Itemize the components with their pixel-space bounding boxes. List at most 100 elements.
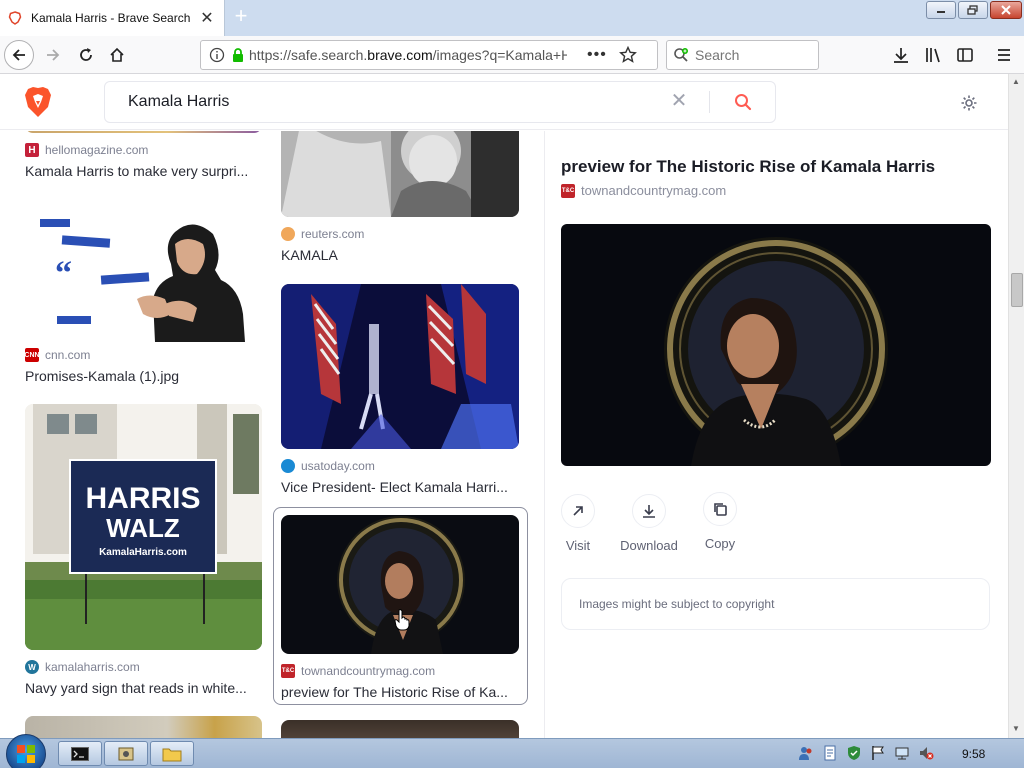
result-thumbnail[interactable] bbox=[281, 131, 519, 217]
download-icon bbox=[643, 505, 655, 518]
result-source[interactable]: W kamalaharris.com bbox=[25, 660, 140, 674]
browser-navbar: https://safe.search.brave.com/images?q=K… bbox=[0, 36, 1024, 74]
minimize-icon bbox=[937, 11, 945, 13]
scroll-up-icon[interactable]: ▲ bbox=[1012, 77, 1020, 86]
volume-muted-icon[interactable] bbox=[918, 745, 934, 761]
library-button[interactable] bbox=[918, 40, 948, 70]
result-source[interactable]: T&C townandcountrymag.com bbox=[281, 664, 435, 678]
network-tray-icon[interactable] bbox=[894, 745, 910, 761]
result-source-text: reuters.com bbox=[301, 227, 365, 241]
tab-title: Kamala Harris - Brave Search bbox=[31, 11, 191, 25]
home-button[interactable] bbox=[102, 40, 132, 70]
visit-label: Visit bbox=[565, 538, 591, 553]
result-caption[interactable]: preview for The Historic Rise of Ka... bbox=[281, 684, 521, 700]
result-source-text: usatoday.com bbox=[301, 459, 375, 473]
brave-logo-icon[interactable] bbox=[24, 86, 52, 118]
app-gear-icon bbox=[118, 747, 134, 760]
minimize-button[interactable] bbox=[926, 1, 956, 19]
back-arrow-icon bbox=[12, 49, 25, 61]
image-results-grid: H hellomagazine.com Kamala Harris to mak… bbox=[0, 131, 544, 738]
secure-lock-icon[interactable] bbox=[231, 47, 245, 63]
clear-search-icon[interactable]: ✕ bbox=[667, 90, 691, 114]
preview-source[interactable]: T&C townandcountrymag.com bbox=[561, 183, 726, 198]
copy-label: Copy bbox=[704, 536, 736, 551]
forward-arrow-icon bbox=[47, 49, 60, 61]
brave-search-header: ✕ bbox=[0, 74, 1008, 130]
hellomagazine-favicon-icon: H bbox=[25, 143, 39, 157]
search-input[interactable] bbox=[128, 93, 658, 111]
new-tab-icon[interactable]: + bbox=[228, 4, 254, 30]
search-engine-icon bbox=[674, 48, 688, 62]
taskbar-explorer[interactable] bbox=[150, 741, 194, 766]
start-button[interactable] bbox=[6, 734, 46, 768]
back-button[interactable] bbox=[4, 40, 34, 70]
copy-button[interactable]: Copy bbox=[690, 492, 750, 551]
url-text[interactable]: https://safe.search.brave.com/images?q=K… bbox=[249, 47, 567, 63]
scroll-down-icon[interactable]: ▼ bbox=[1012, 724, 1020, 733]
windows-taskbar: 9:58 bbox=[0, 734, 1024, 768]
wordpress-favicon-icon: W bbox=[25, 660, 39, 674]
document-tray-icon[interactable] bbox=[822, 745, 838, 761]
page-actions-icon[interactable]: ••• bbox=[587, 46, 607, 64]
visit-button[interactable]: Visit bbox=[548, 494, 608, 553]
reload-button[interactable] bbox=[71, 40, 101, 70]
home-icon bbox=[110, 47, 124, 62]
svg-text:“: “ bbox=[55, 255, 72, 292]
tab-close-icon[interactable]: ✕ bbox=[196, 8, 218, 28]
result-source[interactable]: usatoday.com bbox=[281, 459, 375, 473]
scroll-thumb[interactable] bbox=[1011, 273, 1023, 307]
result-source[interactable]: H hellomagazine.com bbox=[25, 143, 148, 157]
browser-search-input[interactable] bbox=[695, 47, 805, 63]
result-thumbnail[interactable] bbox=[281, 284, 519, 449]
settings-button[interactable] bbox=[958, 92, 980, 114]
result-thumbnail[interactable] bbox=[25, 716, 262, 738]
restore-button[interactable] bbox=[958, 1, 988, 19]
result-thumbnail[interactable] bbox=[281, 720, 519, 738]
result-caption[interactable]: Vice President- Elect Kamala Harri... bbox=[281, 479, 521, 495]
window-controls bbox=[926, 1, 1022, 19]
bookmark-star-icon[interactable] bbox=[618, 46, 637, 64]
download-button[interactable]: Download bbox=[619, 494, 679, 553]
library-icon bbox=[926, 48, 940, 63]
result-source-text: cnn.com bbox=[45, 348, 91, 362]
page-scrollbar[interactable]: ▲ ▼ bbox=[1008, 74, 1024, 738]
baby-photo-image bbox=[281, 131, 519, 217]
search-submit-button[interactable] bbox=[731, 90, 755, 114]
result-caption[interactable]: Navy yard sign that reads in white... bbox=[25, 680, 265, 696]
sidebar-button[interactable] bbox=[950, 40, 980, 70]
restore-icon bbox=[967, 5, 978, 15]
usatoday-favicon-icon bbox=[281, 459, 295, 473]
result-caption[interactable]: Promises-Kamala (1).jpg bbox=[25, 368, 265, 384]
url-bar[interactable]: https://safe.search.brave.com/images?q=K… bbox=[200, 40, 658, 70]
download-icon-circle bbox=[632, 494, 666, 528]
taskbar-terminal[interactable] bbox=[58, 741, 102, 766]
copy-icon bbox=[714, 503, 727, 516]
gear-icon bbox=[961, 95, 977, 111]
preview-source-text: townandcountrymag.com bbox=[581, 183, 727, 198]
preview-image[interactable] bbox=[561, 224, 991, 466]
external-link-arrow-icon bbox=[573, 506, 583, 516]
result-caption[interactable]: KAMALA bbox=[281, 247, 521, 263]
browser-titlebar: Kamala Harris - Brave Search ✕ + bbox=[0, 0, 1024, 36]
browser-tab-active[interactable]: Kamala Harris - Brave Search ✕ bbox=[0, 0, 225, 36]
forward-button[interactable] bbox=[38, 40, 68, 70]
result-thumbnail[interactable]: “ bbox=[25, 204, 262, 342]
users-tray-icon[interactable] bbox=[798, 745, 814, 761]
result-thumbnail[interactable] bbox=[281, 515, 519, 654]
result-thumbnail[interactable]: HARRIS WALZ KamalaHarris.com bbox=[25, 404, 262, 650]
downloads-button[interactable] bbox=[886, 40, 916, 70]
copyright-notice: Images might be subject to copyright bbox=[561, 578, 990, 630]
action-center-flag-icon[interactable] bbox=[870, 745, 886, 761]
info-icon[interactable] bbox=[209, 47, 225, 63]
result-source[interactable]: reuters.com bbox=[281, 227, 364, 241]
result-thumbnail[interactable] bbox=[25, 131, 262, 133]
result-source[interactable]: CNN cnn.com bbox=[24, 348, 91, 362]
preview-title: preview for The Historic Rise of Kamala … bbox=[561, 157, 936, 176]
taskbar-clock[interactable]: 9:58 bbox=[962, 747, 985, 761]
result-caption[interactable]: Kamala Harris to make very surpri... bbox=[25, 163, 265, 179]
security-shield-tray-icon[interactable] bbox=[846, 745, 862, 761]
browser-search-bar[interactable] bbox=[666, 40, 819, 70]
close-window-button[interactable] bbox=[990, 1, 1022, 19]
taskbar-app[interactable] bbox=[104, 741, 148, 766]
menu-button[interactable] bbox=[989, 40, 1019, 70]
